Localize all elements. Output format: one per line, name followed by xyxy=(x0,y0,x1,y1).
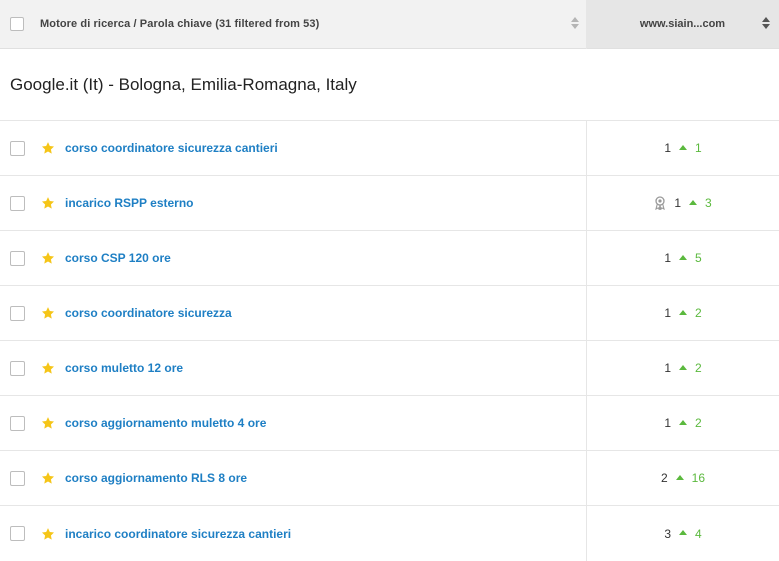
star-icon[interactable] xyxy=(41,251,55,265)
keyword-link[interactable]: corso aggiornamento RLS 8 ore xyxy=(65,471,247,485)
row-checkbox[interactable] xyxy=(10,250,25,266)
table-row: incarico coordinatore sicurezza cantieri… xyxy=(0,506,779,561)
keyword-link[interactable]: corso coordinatore sicurezza cantieri xyxy=(65,141,278,155)
row-checkbox[interactable] xyxy=(10,195,25,211)
table-row: corso coordinatore sicurezza cantieri 1 1 xyxy=(0,121,779,176)
rank-value: 3 xyxy=(664,526,671,541)
rank-value: 1 xyxy=(664,306,671,320)
keyword-link[interactable]: incarico RSPP esterno xyxy=(65,196,194,210)
star-icon[interactable] xyxy=(41,416,55,430)
keyword-column-label: Motore di ricerca / Parola chiave (31 fi… xyxy=(40,18,320,30)
star-icon[interactable] xyxy=(41,306,55,320)
rank-change: 5 xyxy=(695,251,702,265)
row-checkbox[interactable] xyxy=(10,360,25,376)
rank-change: 2 xyxy=(695,306,702,320)
rank-cell: 13 xyxy=(587,176,779,230)
rank-value: 1 xyxy=(674,196,681,210)
star-icon[interactable] xyxy=(41,471,55,485)
arrow-up-icon xyxy=(679,419,687,425)
rank-cell: 12 xyxy=(587,396,779,450)
rank-cell: 2 16 xyxy=(587,451,779,505)
domain-column-header[interactable]: www.siain...com xyxy=(586,0,779,48)
star-icon[interactable] xyxy=(41,527,55,541)
sort-icon[interactable] xyxy=(570,16,580,30)
arrow-up-icon xyxy=(679,254,687,260)
rank-value: 1 xyxy=(664,141,671,155)
arrow-up-icon xyxy=(679,309,687,315)
row-checkbox[interactable] xyxy=(10,470,25,486)
select-all-checkbox[interactable] xyxy=(10,17,24,31)
row-checkbox[interactable] xyxy=(10,526,25,541)
keyword-link[interactable]: incarico coordinatore sicurezza cantieri xyxy=(65,527,291,541)
search-engine-group: Google.it (It) - Bologna, Emilia-Romagna… xyxy=(0,49,779,121)
table-row: corso CSP 120 ore 1 5 xyxy=(0,231,779,286)
rank-value: 1 xyxy=(664,361,671,375)
award-icon xyxy=(654,196,666,212)
star-icon[interactable] xyxy=(41,141,55,155)
rank-cell: 12 xyxy=(587,341,779,395)
sort-icon[interactable] xyxy=(761,16,771,30)
rank-cell: 11 xyxy=(587,121,779,175)
rank-cell: 12 xyxy=(587,286,779,340)
keyword-column-header[interactable]: Motore di ricerca / Parola chiave (31 fi… xyxy=(0,0,586,48)
domain-label: www.siain...com xyxy=(639,18,726,30)
rank-value: 2 xyxy=(660,471,668,485)
keyword-link[interactable]: corso muletto 12 ore xyxy=(65,361,183,375)
arrow-up-icon xyxy=(679,364,687,370)
table-header: Motore di ricerca / Parola chiave (31 fi… xyxy=(0,0,779,49)
rank-change: 4 xyxy=(695,526,702,541)
arrow-up-icon xyxy=(689,199,697,205)
table-row: corso coordinatore sicurezza 1 2 xyxy=(0,286,779,341)
rank-cell: 15 xyxy=(587,231,779,285)
table-row: incarico RSPP esterno 1 3 xyxy=(0,176,779,231)
star-icon[interactable] xyxy=(41,361,55,375)
group-title: Google.it (It) - Bologna, Emilia-Romagna… xyxy=(10,74,357,94)
table-row: corso muletto 12 ore 1 2 xyxy=(0,341,779,396)
keyword-link[interactable]: corso aggiornamento muletto 4 ore xyxy=(65,416,266,430)
rank-change: 2 xyxy=(695,361,702,375)
rank-change: 2 xyxy=(695,416,702,430)
rankings-table: Motore di ricerca / Parola chiave (31 fi… xyxy=(0,0,779,561)
star-icon[interactable] xyxy=(41,196,55,210)
rank-cell: 34 xyxy=(587,506,779,561)
arrow-up-icon xyxy=(679,144,687,150)
rank-change: 1 xyxy=(695,141,702,155)
table-row: corso aggiornamento muletto 4 ore 1 2 xyxy=(0,396,779,451)
rank-value: 1 xyxy=(664,416,671,430)
row-checkbox[interactable] xyxy=(10,415,25,431)
keyword-link[interactable]: corso CSP 120 ore xyxy=(65,251,171,265)
rank-change: 3 xyxy=(705,196,712,210)
rank-change: 16 xyxy=(691,471,706,485)
keyword-list: corso coordinatore sicurezza cantieri 1 1 i… xyxy=(0,121,779,561)
rank-value: 1 xyxy=(664,251,671,265)
row-checkbox[interactable] xyxy=(10,305,25,321)
keyword-link[interactable]: corso coordinatore sicurezza xyxy=(65,306,232,320)
table-row: corso aggiornamento RLS 8 ore 2 16 xyxy=(0,451,779,506)
arrow-up-icon xyxy=(679,530,687,535)
row-checkbox[interactable] xyxy=(10,140,25,156)
arrow-up-icon xyxy=(675,474,684,480)
